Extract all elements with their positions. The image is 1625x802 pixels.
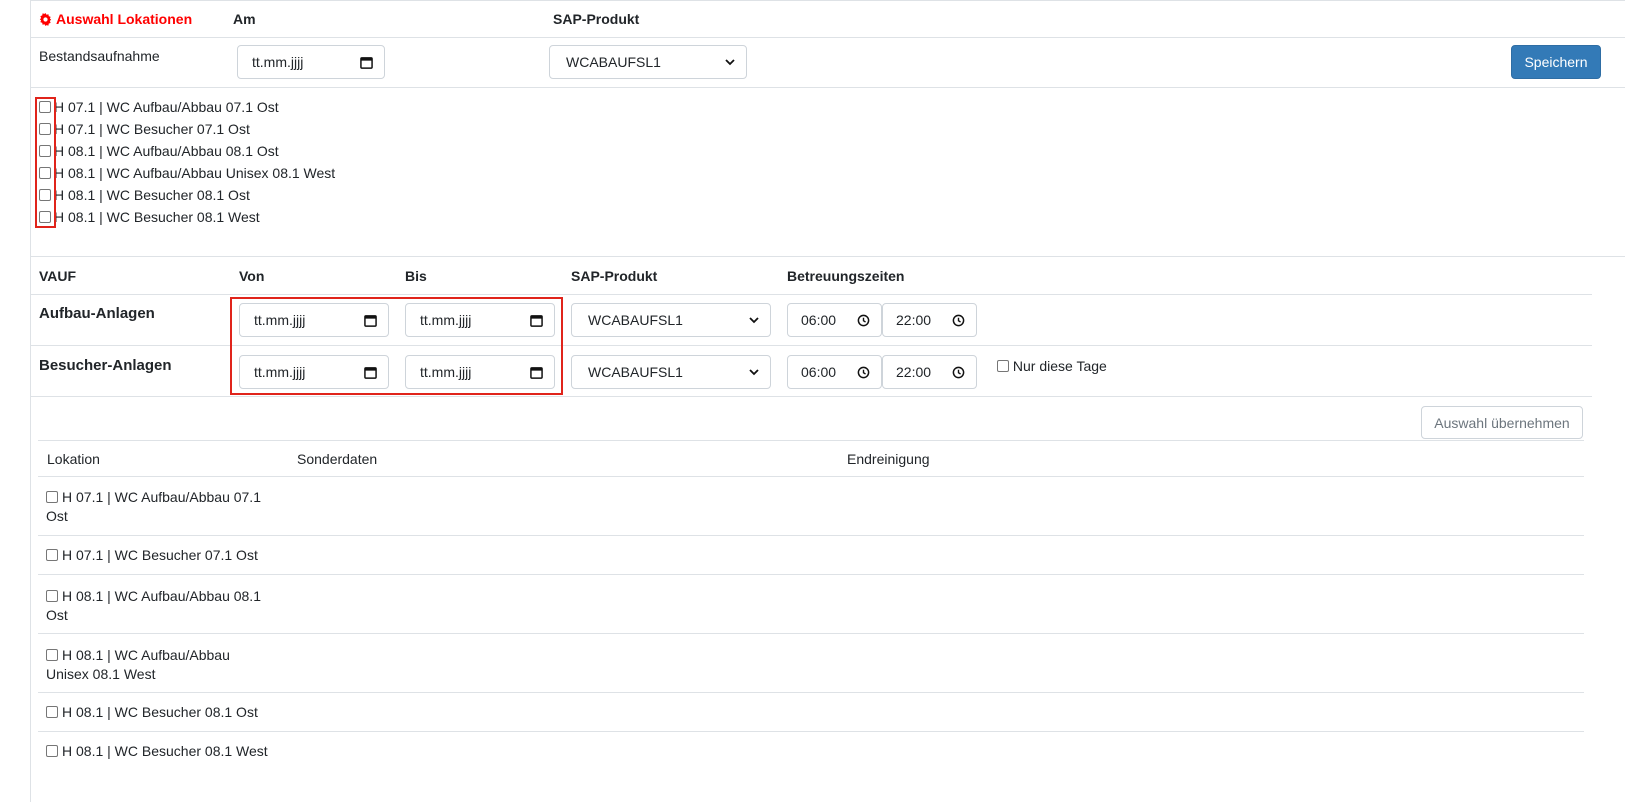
table-row-line — [38, 692, 1584, 693]
nur-diese-tage-label: Nur diese Tage — [1012, 358, 1107, 374]
location-item[interactable]: H 08.1 | WC Aufbau/Abbau Unisex 08.1 Wes… — [39, 165, 335, 181]
table-row[interactable]: H 07.1 | WC Aufbau/Abbau 07.1 Ost — [46, 488, 276, 526]
location-item[interactable]: H 07.1 | WC Besucher 07.1 Ost — [39, 121, 250, 137]
besucher-sap-select[interactable]: WCABAUFSL1 — [571, 355, 771, 389]
table-header-line — [38, 476, 1584, 477]
table-row[interactable]: H 08.1 | WC Aufbau/Abbau Unisex 08.1 Wes… — [46, 646, 276, 684]
location-item[interactable]: H 08.1 | WC Aufbau/Abbau 08.1 Ost — [39, 143, 279, 159]
clock-icon[interactable] — [855, 312, 871, 328]
aufbau-sap-select[interactable]: WCABAUFSL1 — [571, 303, 771, 337]
table-row-line — [38, 535, 1584, 536]
row-checkbox[interactable] — [46, 745, 58, 757]
endreinigung-column-header: Endreinigung — [847, 451, 930, 467]
select-value: WCABAUFSL1 — [566, 54, 661, 70]
vauf-top-line — [30, 256, 1625, 257]
von-header: Von — [239, 268, 265, 284]
besucher-time-from-input[interactable]: 06:00 — [787, 355, 882, 389]
row-checkbox[interactable] — [46, 549, 58, 561]
date-range-highlight-box — [230, 297, 563, 395]
table-row[interactable]: H 07.1 | WC Besucher 07.1 Ost — [46, 546, 276, 565]
gear-icon — [39, 13, 52, 29]
bestandsaufnahme-sap-select[interactable]: WCABAUFSL1 — [549, 45, 747, 79]
besucher-time-to-input[interactable]: 22:00 — [882, 355, 977, 389]
lokation-column-header: Lokation — [47, 451, 100, 467]
table-top-line — [38, 440, 1584, 441]
clock-icon[interactable] — [950, 312, 966, 328]
vauf-header-line — [30, 294, 1592, 295]
row-checkbox[interactable] — [46, 706, 58, 718]
bestandsaufnahme-label: Bestandsaufnahme — [39, 48, 160, 64]
table-row[interactable]: H 08.1 | WC Besucher 08.1 West — [46, 742, 276, 761]
header-top-line — [30, 0, 1625, 1]
section-title: Auswahl Lokationen — [39, 11, 192, 29]
table-row-line — [38, 574, 1584, 575]
vauf-header: VAUF — [39, 268, 77, 284]
section-title-label: Auswahl Lokationen — [56, 11, 193, 27]
nur-diese-tage-toggle[interactable]: Nur diese Tage — [997, 358, 1107, 374]
chevron-down-icon — [746, 364, 762, 380]
header-am: Am — [233, 11, 256, 27]
bestandsaufnahme-date-input[interactable]: tt.mm.jjjj — [237, 45, 385, 79]
location-item[interactable]: H 08.1 | WC Besucher 08.1 West — [39, 209, 260, 225]
besucher-anlagen-label: Besucher-Anlagen — [39, 357, 172, 374]
save-button[interactable]: Speichern — [1511, 45, 1601, 79]
location-item[interactable]: H 08.1 | WC Besucher 08.1 Ost — [39, 187, 250, 203]
bis-header: Bis — [405, 268, 427, 284]
clock-icon[interactable] — [855, 364, 871, 380]
row-checkbox[interactable] — [46, 491, 58, 503]
nur-diese-tage-checkbox[interactable] — [997, 360, 1009, 372]
clock-icon[interactable] — [950, 364, 966, 380]
betreuungszeiten-header: Betreuungszeiten — [787, 268, 905, 284]
aufbau-anlagen-label: Aufbau-Anlagen — [39, 305, 155, 322]
aufbau-time-to-input[interactable]: 22:00 — [882, 303, 977, 337]
row-divider — [30, 87, 1625, 88]
table-row-line — [38, 633, 1584, 634]
row-checkbox[interactable] — [46, 590, 58, 602]
row-checkbox[interactable] — [46, 649, 58, 661]
chevron-down-icon — [722, 54, 738, 70]
vauf-bottom-line — [30, 396, 1592, 397]
table-row-line — [38, 731, 1584, 732]
header-bottom-line — [30, 37, 1625, 38]
table-row[interactable]: H 08.1 | WC Aufbau/Abbau 08.1 Ost — [46, 587, 276, 625]
aufbau-time-from-input[interactable]: 06:00 — [787, 303, 882, 337]
checkbox-highlight-box — [35, 97, 56, 228]
table-row[interactable]: H 08.1 | WC Besucher 08.1 Ost — [46, 703, 276, 722]
chevron-down-icon — [746, 312, 762, 328]
sap-header: SAP-Produkt — [571, 268, 658, 284]
location-item[interactable]: H 07.1 | WC Aufbau/Abbau 07.1 Ost — [39, 99, 279, 115]
header-sap-produkt: SAP-Produkt — [553, 11, 640, 27]
apply-selection-button[interactable]: Auswahl übernehmen — [1421, 406, 1583, 439]
sonderdaten-column-header: Sonderdaten — [297, 451, 378, 467]
left-border — [30, 0, 31, 802]
date-placeholder: tt.mm.jjjj — [252, 54, 304, 70]
calendar-icon[interactable] — [358, 54, 374, 70]
